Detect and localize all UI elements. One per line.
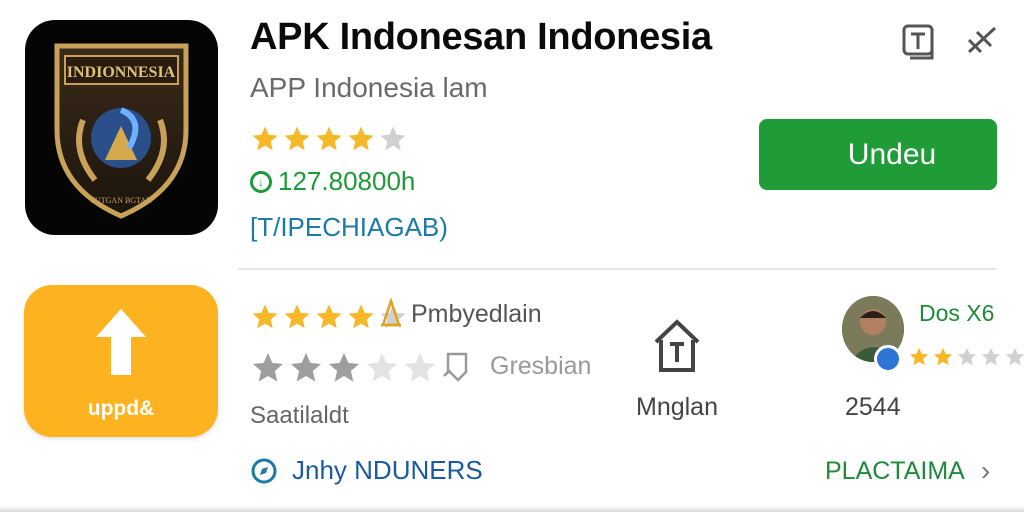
update-label: uppd&: [87, 397, 155, 420]
star-icon: [316, 126, 342, 151]
tag-icon: [443, 352, 468, 382]
rating-row-2: [250, 350, 440, 386]
developer-rating: [908, 346, 1024, 368]
footer-link-left[interactable]: Jnhy NDUNERS: [250, 455, 483, 486]
star-icon: [405, 353, 435, 382]
star-icon: [252, 304, 278, 329]
star-icon: [284, 304, 310, 329]
up-arrow-icon: [96, 309, 146, 375]
star-icon: [367, 353, 397, 382]
footer-link-right[interactable]: PLACTAIMA ›: [825, 455, 990, 487]
download-icon: ↓: [250, 170, 272, 193]
app-icon[interactable]: INDIONNESIA TUTGAN BGTAN: [25, 20, 218, 235]
provider-icon: [381, 298, 401, 327]
app-rating: [250, 124, 410, 154]
star-icon: [316, 304, 342, 329]
provider-label: Pmbyedlain: [411, 300, 542, 328]
compass-icon: [251, 458, 277, 483]
footer-right-label: PLACTAIMA: [825, 456, 965, 485]
downloads-count: 127.80800h: [278, 166, 416, 196]
star-icon: [909, 347, 929, 366]
app-card: INDIONNESIA TUTGAN BGTAN APK Indonesan I…: [0, 0, 1024, 512]
verified-badge-icon: [874, 345, 902, 373]
home-icon[interactable]: [652, 318, 702, 374]
update-tile[interactable]: uppd&: [24, 285, 218, 437]
review-count: 2544: [845, 393, 901, 421]
star-icon: [252, 126, 278, 151]
star-icon: [291, 353, 321, 382]
star-icon: [1005, 347, 1024, 366]
developer-name[interactable]: Dos X6: [919, 300, 994, 327]
icon-text-top: INDIONNESIA: [67, 64, 176, 81]
star-icon: [380, 126, 406, 151]
star-icon: [981, 347, 1001, 366]
star-icon: [329, 353, 359, 382]
downloads-info: ↓ 127.80800h: [250, 166, 415, 197]
install-button[interactable]: Undeu: [759, 119, 997, 190]
star-icon: [253, 353, 283, 382]
star-icon: [284, 126, 310, 151]
icon-text-bottom: TUTGAN BGTAN: [90, 196, 152, 205]
chevron-right-icon: ›: [980, 455, 991, 486]
star-icon: [348, 304, 374, 329]
footer-left-label: Jnhy NDUNERS: [292, 455, 483, 485]
bookmark-icon[interactable]: [900, 22, 938, 60]
star-icon: [957, 347, 977, 366]
app-subtitle: APP Indonesia lam: [250, 72, 488, 103]
star-icon: [933, 347, 953, 366]
share-icon[interactable]: [963, 22, 1001, 60]
app-title: APK Indonesan Indonesia: [250, 16, 712, 58]
app-category[interactable]: [T/IPECHIAGAB): [250, 212, 448, 243]
home-label: Mnglan: [636, 393, 718, 421]
divider: [238, 268, 996, 270]
secondary-label: Saatilaldt: [250, 402, 349, 429]
free-label: Gresbian: [490, 352, 592, 380]
star-icon: [348, 126, 374, 151]
